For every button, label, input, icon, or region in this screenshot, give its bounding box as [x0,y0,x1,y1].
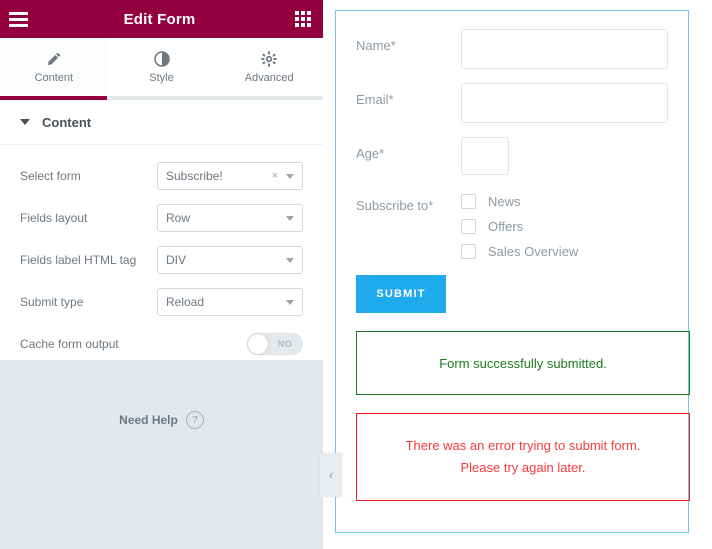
apps-grid-icon[interactable] [283,0,323,38]
submit-type-dropdown[interactable]: Reload [157,288,303,316]
section-header-content[interactable]: Content [0,100,323,145]
subscribe-form: Name* Email* Age* Subscribe to* News Off… [336,11,690,501]
panel-header: Edit Form [0,0,323,38]
name-input[interactable] [461,29,668,69]
collapse-panel-handle[interactable]: ‹ [320,453,342,497]
gear-icon [261,50,277,68]
form-preview-box: Name* Email* Age* Subscribe to* News Off… [335,10,690,533]
tab-advanced-label: Advanced [244,72,294,84]
tab-style[interactable]: Style [107,38,216,96]
success-message-text: Form successfully submitted. [439,355,607,371]
tab-advanced[interactable]: Advanced [215,38,323,96]
toggle-state-label: NO [277,339,293,349]
field-label: Name* [356,38,396,53]
tab-style-label: Style [149,72,174,84]
subscribe-checkbox-group: News Offers Sales Overview [461,189,578,259]
form-preview-area: Name* Email* Age* Subscribe to* News Off… [323,0,712,549]
checkbox-label: Sales Overview [488,244,579,259]
field-label: Age* [356,146,385,161]
chevron-down-icon [286,215,294,221]
control-row-cache-form-output: Cache form output NO [20,323,303,365]
control-label: Select form [20,169,81,183]
submit-button[interactable]: SUBMIT [356,275,446,313]
cache-form-output-toggle[interactable]: NO [247,333,303,355]
editor-panel: Edit Form Content Style Advanced Content… [0,0,323,549]
need-help-label: Need Help [119,413,178,427]
checkbox-box-icon[interactable] [461,244,476,259]
checkbox-sales-overview[interactable]: Sales Overview [461,244,578,259]
fields-label-html-tag-value: DIV [166,253,187,267]
email-input[interactable] [461,83,668,123]
checkbox-box-icon[interactable] [461,219,476,234]
control-row-fields-layout: Fields layout Row [20,197,303,239]
pencil-icon [46,50,62,68]
field-label: Subscribe to* [356,198,434,213]
page-title: Edit Form [123,10,196,28]
need-help-block: Need Help ? [0,360,323,480]
checkbox-label: Offers [488,219,524,234]
form-field-email: Email* [356,83,668,123]
control-label: Submit type [20,295,84,309]
checkbox-box-icon[interactable] [461,194,476,209]
select-form-dropdown[interactable]: Subscribe! × [157,162,303,190]
form-field-name: Name* [356,29,668,69]
chevron-down-icon [286,299,294,305]
error-message-line1: There was an error trying to submit form… [405,438,641,453]
clear-selection-icon[interactable]: × [272,170,278,182]
success-message: Form successfully submitted. [356,331,690,395]
control-row-fields-label-html-tag: Fields label HTML tag DIV [20,239,303,281]
submit-type-value: Reload [166,295,205,309]
checkbox-offers[interactable]: Offers [461,219,578,234]
field-label: Email* [356,92,394,107]
error-message-line2: Please try again later. [460,460,586,475]
fields-layout-dropdown[interactable]: Row [157,204,303,232]
chevron-down-icon [286,257,294,263]
section-title: Content [42,114,92,130]
content-section: Content Select form Subscribe! × Fields … [0,100,323,381]
chevron-down-icon [286,173,294,179]
tab-content[interactable]: Content [0,38,108,100]
checkbox-label: News [488,194,521,209]
fields-layout-value: Row [166,211,191,225]
age-input[interactable] [461,137,509,175]
question-mark-icon[interactable]: ? [185,411,204,429]
control-label: Fields label HTML tag [20,253,137,267]
chevron-down-icon [20,119,30,125]
hamburger-menu-icon[interactable] [0,0,36,38]
control-row-select-form: Select form Subscribe! × [20,155,303,197]
checkbox-news[interactable]: News [461,194,578,209]
select-form-value: Subscribe! [166,169,223,183]
form-field-subscribe-to: Subscribe to* News Offers Sales Overview [356,189,668,259]
error-message: There was an error trying to submit form… [356,413,690,501]
control-list: Select form Subscribe! × Fields layout R… [0,145,323,381]
contrast-icon [153,50,170,68]
fields-label-html-tag-dropdown[interactable]: DIV [157,246,303,274]
control-label: Fields layout [20,211,88,225]
tab-content-label: Content [34,72,74,84]
toggle-knob [248,334,268,354]
control-label: Cache form output [20,337,119,351]
panel-tabs: Content Style Advanced [0,38,323,100]
form-field-age: Age* [356,137,668,175]
control-row-submit-type: Submit type Reload [20,281,303,323]
chevron-left-icon: ‹ [329,468,333,482]
